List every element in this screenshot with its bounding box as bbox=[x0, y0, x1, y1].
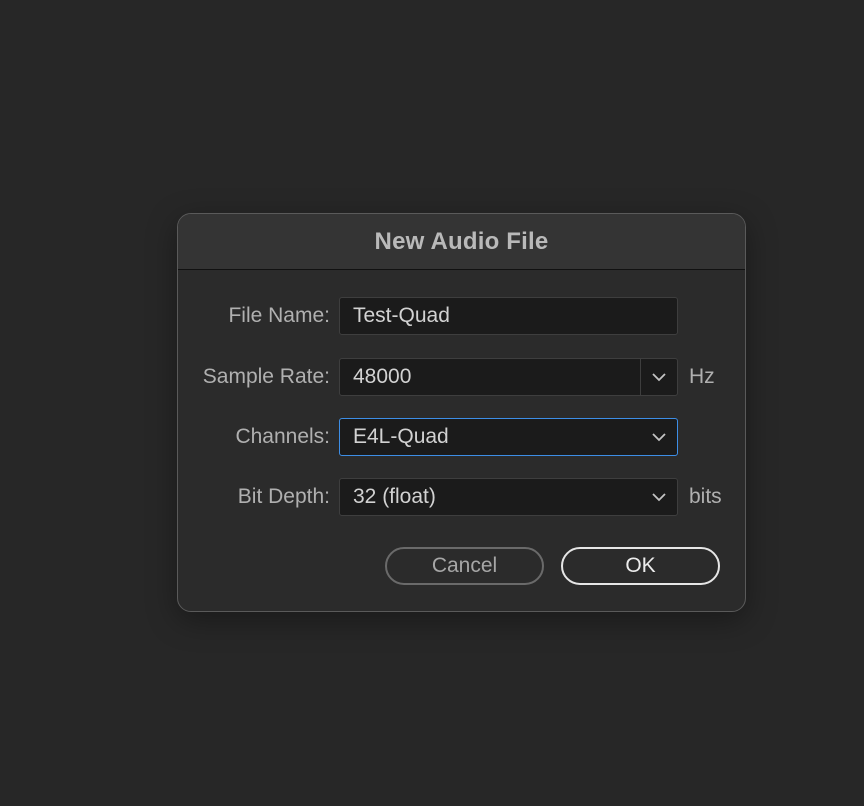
new-audio-file-dialog: New Audio File File Name: Test-Quad Samp… bbox=[177, 213, 746, 612]
channels-value: E4L-Quad bbox=[353, 425, 449, 448]
chevron-down-icon[interactable] bbox=[640, 359, 677, 395]
bit-depth-unit: bits bbox=[689, 485, 722, 508]
sample-rate-row: Sample Rate: 48000 Hz bbox=[178, 357, 745, 397]
sample-rate-label-wrap: Sample Rate: bbox=[178, 357, 330, 397]
file-name-label: File Name: bbox=[228, 304, 330, 327]
dialog-titlebar[interactable]: New Audio File bbox=[178, 214, 745, 270]
dialog-title: New Audio File bbox=[374, 227, 549, 255]
ok-button[interactable]: OK bbox=[561, 547, 720, 585]
bit-depth-label-wrap: Bit Depth: bbox=[178, 477, 330, 517]
bit-depth-label: Bit Depth: bbox=[237, 485, 330, 508]
channels-row: Channels: E4L-Quad bbox=[178, 417, 745, 457]
file-name-label-wrap: File Name: bbox=[178, 296, 330, 336]
file-name-input[interactable]: Test-Quad bbox=[339, 297, 678, 335]
cancel-button[interactable]: Cancel bbox=[385, 547, 544, 585]
chevron-down-icon bbox=[641, 479, 677, 515]
sample-rate-unit: Hz bbox=[689, 365, 715, 388]
sample-rate-combobox[interactable]: 48000 bbox=[339, 358, 678, 396]
sample-rate-value: 48000 bbox=[353, 365, 412, 388]
channels-label-wrap: Channels: bbox=[178, 417, 330, 457]
file-name-value: Test-Quad bbox=[353, 304, 450, 327]
channels-select[interactable]: E4L-Quad bbox=[339, 418, 678, 456]
bit-depth-row: Bit Depth: 32 (float) bits bbox=[178, 477, 745, 517]
bit-depth-select[interactable]: 32 (float) bbox=[339, 478, 678, 516]
channels-label: Channels: bbox=[235, 425, 330, 448]
file-name-row: File Name: Test-Quad bbox=[178, 296, 745, 336]
sample-rate-label: Sample Rate: bbox=[202, 365, 330, 388]
bit-depth-value: 32 (float) bbox=[353, 485, 436, 508]
chevron-down-icon bbox=[641, 419, 677, 455]
